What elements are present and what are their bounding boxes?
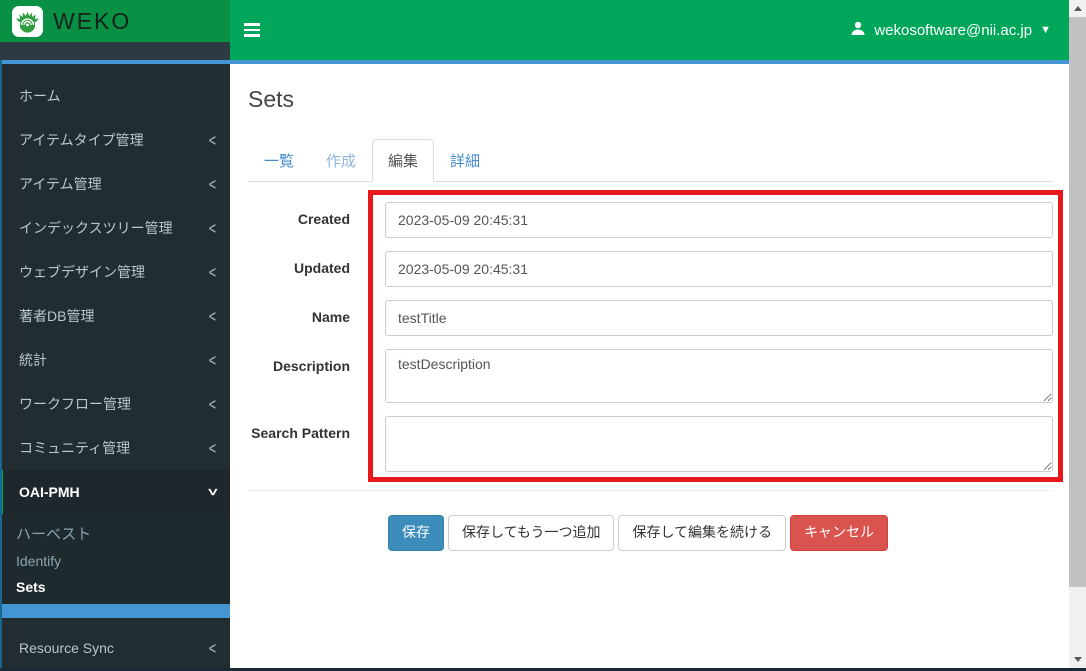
top-navbar: wekosoftware@nii.ac.jp ▼ [230, 0, 1069, 60]
vertical-scrollbar[interactable] [1069, 0, 1086, 668]
sidebar: ホーム アイテムタイプ管理 < アイテム管理 < インデックスツリー管理 < ウ… [0, 64, 230, 671]
description-textarea[interactable]: testDescription [385, 349, 1053, 403]
chevron-left-icon: < [208, 393, 216, 415]
chevron-down-icon: < [201, 488, 223, 496]
created-label: Created [297, 211, 350, 227]
name-input[interactable] [385, 300, 1053, 336]
chevron-left-icon: < [208, 305, 216, 327]
page-title: Sets [248, 86, 295, 112]
cancel-button[interactable]: キャンセル [790, 515, 889, 551]
form-row-name: Name [248, 300, 1053, 336]
submenu-item-harvest[interactable]: ハーベスト [0, 518, 230, 548]
sidebar-item-itemtype-admin[interactable]: アイテムタイプ管理 < [0, 118, 230, 162]
sidebar-item-webdesign-admin[interactable]: ウェブデザイン管理 < [0, 250, 230, 294]
tab-list[interactable]: 一覧 [248, 139, 310, 182]
sidebar-item-indextree-admin[interactable]: インデックスツリー管理 < [0, 206, 230, 250]
sidebar-top-strip [0, 42, 230, 60]
scroll-up-arrow-icon[interactable] [1069, 0, 1086, 17]
logo-block[interactable]: WEKO [0, 0, 230, 42]
sidebar-item-workflow-admin[interactable]: ワークフロー管理 < [0, 382, 230, 426]
form-row-search-pattern: Search Pattern [248, 416, 1053, 472]
user-email: wekosoftware@nii.ac.jp [874, 21, 1033, 39]
form-row-description: Description testDescription [248, 349, 1053, 403]
sidebar-item-oai-pmh[interactable]: OAI-PMH < [0, 470, 230, 514]
updated-label: Updated [294, 260, 350, 276]
tab-detail[interactable]: 詳細 [434, 139, 496, 182]
form-row-updated: Updated [248, 251, 1053, 287]
weko-logo-icon [12, 5, 43, 37]
chevron-down-icon: ▼ [1040, 24, 1051, 36]
scrollbar-thumb[interactable] [1069, 17, 1086, 587]
user-account-menu[interactable]: wekosoftware@nii.ac.jp ▼ [850, 0, 1051, 60]
chevron-left-icon: < [208, 437, 216, 459]
chevron-left-icon: < [208, 129, 216, 151]
updated-input[interactable] [385, 251, 1053, 287]
name-label: Name [311, 309, 350, 325]
save-button[interactable]: 保存 [388, 515, 444, 551]
sidebar-item-statistics[interactable]: 統計 < [0, 338, 230, 382]
save-and-continue-editing-button[interactable]: 保存して編集を続ける [618, 515, 787, 551]
chevron-left-icon: < [208, 637, 216, 659]
tab-create[interactable]: 作成 [310, 139, 372, 182]
description-label: Description [272, 358, 350, 374]
submenu-item-sets[interactable]: Sets [0, 574, 230, 600]
chevron-left-icon: < [208, 349, 216, 371]
main-content: Sets 一覧 作成 編集 詳細 Created Updated Name De… [230, 64, 1069, 668]
chevron-left-icon: < [208, 173, 216, 195]
created-input[interactable] [385, 202, 1053, 238]
sets-tab-bar: 一覧 作成 編集 詳細 [248, 139, 1053, 182]
oai-pmh-submenu: ハーベスト Identify Sets [0, 514, 230, 604]
sets-edit-form: Created Updated Name Description testDes… [248, 190, 1063, 482]
sidebar-item-home[interactable]: ホーム [0, 74, 230, 118]
sidebar-item-community-admin[interactable]: コミュニティ管理 < [0, 426, 230, 470]
form-row-created: Created [248, 202, 1053, 238]
submenu-item-identify[interactable]: Identify [0, 548, 230, 574]
brand-title: WEKO [53, 7, 132, 34]
window-left-edge [0, 60, 2, 671]
form-footer-divider [248, 490, 1053, 491]
scroll-down-arrow-icon[interactable] [1069, 651, 1086, 668]
user-icon [850, 20, 866, 40]
chevron-left-icon: < [208, 261, 216, 283]
tab-edit[interactable]: 編集 [372, 139, 435, 182]
sidebar-item-authordb-admin[interactable]: 著者DB管理 < [0, 294, 230, 338]
chevron-left-icon: < [208, 217, 216, 239]
submenu-accent-bar [0, 604, 230, 618]
sidebar-item-item-admin[interactable]: アイテム管理 < [0, 162, 230, 206]
form-actions: 保存 保存してもう一つ追加 保存して編集を続ける キャンセル [388, 515, 1053, 551]
sidebar-toggle-hamburger-icon[interactable] [244, 17, 288, 43]
search-pattern-label: Search Pattern [251, 425, 350, 441]
save-and-add-another-button[interactable]: 保存してもう一つ追加 [448, 515, 615, 551]
sidebar-item-resource-sync[interactable]: Resource Sync < [0, 626, 230, 670]
search-pattern-textarea[interactable] [385, 416, 1053, 472]
